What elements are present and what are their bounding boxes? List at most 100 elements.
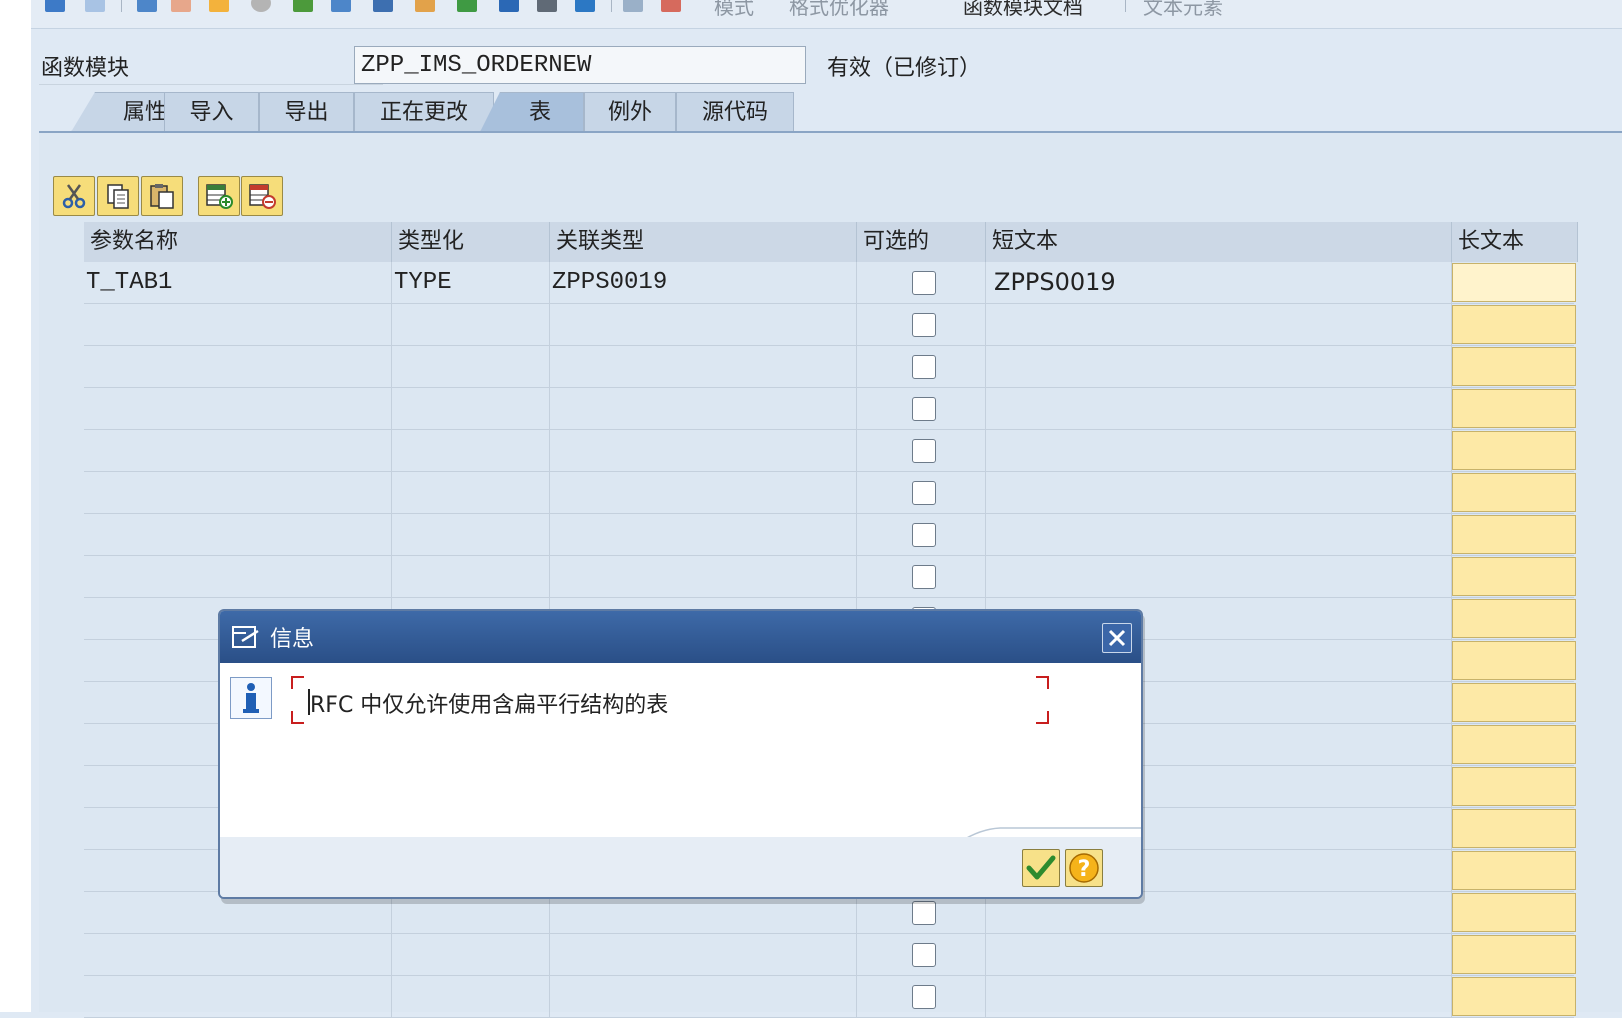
long-text-button[interactable] bbox=[1452, 725, 1576, 764]
long-text-button[interactable] bbox=[1452, 641, 1576, 680]
typing-cell[interactable] bbox=[392, 430, 550, 471]
long-text-button[interactable] bbox=[1452, 431, 1576, 470]
long-text-button[interactable] bbox=[1452, 305, 1576, 344]
short-text-cell[interactable] bbox=[986, 934, 1452, 975]
parameter-name-cell[interactable] bbox=[84, 430, 392, 471]
edit-icon[interactable] bbox=[137, 0, 157, 12]
parameter-name-cell[interactable]: T_TAB1 bbox=[84, 262, 392, 303]
toolbar-item-pretty-printer[interactable]: 格式优化器 bbox=[789, 0, 889, 20]
help-button[interactable]: ? bbox=[1065, 849, 1103, 887]
long-text-button[interactable] bbox=[1452, 767, 1576, 806]
activate-icon[interactable] bbox=[171, 0, 191, 12]
optional-checkbox[interactable] bbox=[912, 439, 936, 463]
parameter-name-cell[interactable] bbox=[84, 304, 392, 345]
optional-checkbox[interactable] bbox=[912, 943, 936, 967]
typing-cell[interactable] bbox=[392, 346, 550, 387]
long-text-button[interactable] bbox=[1452, 389, 1576, 428]
associated-type-cell[interactable] bbox=[550, 556, 857, 597]
pattern-icon[interactable] bbox=[331, 0, 351, 12]
paste-button[interactable] bbox=[141, 176, 183, 216]
short-text-cell[interactable] bbox=[986, 556, 1452, 597]
column-header-parameter-name[interactable]: 参数名称 bbox=[84, 222, 392, 262]
copy-object-icon[interactable] bbox=[209, 0, 229, 12]
dialog-title-bar[interactable]: 信息 bbox=[220, 611, 1141, 663]
short-text-cell[interactable] bbox=[986, 514, 1452, 555]
check-object-icon[interactable] bbox=[251, 0, 271, 12]
parameter-name-cell[interactable] bbox=[84, 388, 392, 429]
display-object-icon[interactable] bbox=[373, 0, 393, 12]
long-text-button[interactable] bbox=[1452, 809, 1576, 848]
toolbar-item-fm-documentation[interactable]: 函数模块文档 bbox=[963, 0, 1083, 20]
short-text-cell[interactable] bbox=[986, 976, 1452, 1017]
tab-exceptions[interactable]: 例外 bbox=[584, 92, 676, 132]
long-text-button[interactable] bbox=[1452, 893, 1576, 932]
dialog-close-button[interactable] bbox=[1102, 623, 1132, 653]
where-used-icon[interactable] bbox=[415, 0, 435, 12]
optional-checkbox[interactable] bbox=[912, 523, 936, 547]
short-text-cell[interactable] bbox=[986, 346, 1452, 387]
associated-type-cell[interactable] bbox=[550, 346, 857, 387]
optional-checkbox[interactable] bbox=[912, 565, 936, 589]
optional-checkbox[interactable] bbox=[912, 397, 936, 421]
column-header-associated-type[interactable]: 关联类型 bbox=[550, 222, 857, 262]
function-module-field[interactable]: ZPP_IMS_ORDERNEW bbox=[354, 46, 806, 84]
hierarchy-icon[interactable] bbox=[293, 0, 313, 12]
window-icon[interactable] bbox=[537, 0, 557, 12]
short-text-cell[interactable] bbox=[986, 304, 1452, 345]
parameter-name-cell[interactable] bbox=[84, 514, 392, 555]
parameter-name-cell[interactable] bbox=[84, 556, 392, 597]
long-text-button[interactable] bbox=[1452, 473, 1576, 512]
associated-type-cell[interactable] bbox=[550, 304, 857, 345]
optional-checkbox[interactable] bbox=[912, 355, 936, 379]
short-text-cell[interactable] bbox=[986, 472, 1452, 513]
ok-button[interactable] bbox=[1022, 849, 1060, 887]
tab-tables[interactable]: 表 bbox=[480, 92, 584, 132]
typing-cell[interactable] bbox=[392, 976, 550, 1017]
tab-changing[interactable]: 正在更改 bbox=[354, 92, 494, 132]
associated-type-cell[interactable] bbox=[550, 472, 857, 513]
typing-cell[interactable] bbox=[392, 304, 550, 345]
breakpoint-icon[interactable] bbox=[661, 0, 681, 12]
column-header-typing[interactable]: 类型化 bbox=[392, 222, 550, 262]
back-icon[interactable] bbox=[45, 0, 65, 12]
associated-type-cell[interactable] bbox=[550, 388, 857, 429]
copy-button[interactable] bbox=[97, 176, 139, 216]
typing-cell[interactable]: TYPE bbox=[392, 262, 550, 303]
short-text-cell[interactable] bbox=[986, 388, 1452, 429]
long-text-button[interactable] bbox=[1452, 977, 1576, 1016]
long-text-button[interactable] bbox=[1452, 683, 1576, 722]
long-text-button[interactable] bbox=[1452, 515, 1576, 554]
tab-import[interactable]: 导入 bbox=[164, 92, 259, 132]
long-text-button[interactable] bbox=[1452, 557, 1576, 596]
typing-cell[interactable] bbox=[392, 934, 550, 975]
parameter-name-cell[interactable] bbox=[84, 976, 392, 1017]
column-header-long-text[interactable]: 长文本 bbox=[1452, 222, 1578, 262]
parameter-name-cell[interactable] bbox=[84, 934, 392, 975]
associated-type-cell[interactable] bbox=[550, 976, 857, 1017]
typing-cell[interactable] bbox=[392, 388, 550, 429]
monitor-icon[interactable] bbox=[623, 0, 643, 12]
associated-type-cell[interactable] bbox=[550, 430, 857, 471]
parameter-name-cell[interactable] bbox=[84, 346, 392, 387]
long-text-button[interactable] bbox=[1452, 347, 1576, 386]
test-icon[interactable] bbox=[457, 0, 477, 12]
long-text-button[interactable] bbox=[1452, 263, 1576, 302]
info-icon-toolbar[interactable] bbox=[575, 0, 595, 12]
cut-button[interactable] bbox=[53, 176, 95, 216]
toolbar-item-pattern[interactable]: 模式 bbox=[714, 0, 754, 20]
column-header-optional[interactable]: 可选的 bbox=[857, 222, 986, 262]
toolbar-item-text-elements[interactable]: 文本元素 bbox=[1143, 0, 1223, 20]
forward-icon[interactable] bbox=[85, 0, 105, 12]
tab-export[interactable]: 导出 bbox=[259, 92, 354, 132]
insert-row-button[interactable] bbox=[198, 176, 240, 216]
optional-checkbox[interactable] bbox=[912, 985, 936, 1009]
optional-checkbox[interactable] bbox=[912, 313, 936, 337]
optional-checkbox[interactable] bbox=[912, 271, 936, 295]
associated-type-cell[interactable] bbox=[550, 934, 857, 975]
typing-cell[interactable] bbox=[392, 556, 550, 597]
print-icon[interactable] bbox=[499, 0, 519, 12]
short-text-cell[interactable]: ZPPS0019 bbox=[986, 262, 1452, 303]
column-header-short-text[interactable]: 短文本 bbox=[986, 222, 1452, 262]
associated-type-cell[interactable] bbox=[550, 514, 857, 555]
associated-type-cell[interactable]: ZPPS0019 bbox=[550, 262, 857, 303]
